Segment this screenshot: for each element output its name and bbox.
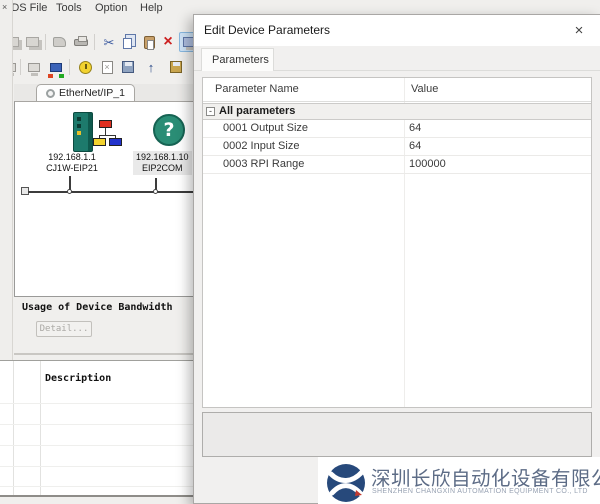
parameters-listview[interactable]: Parameter Name Value - All parameters 00… xyxy=(202,77,592,408)
network-disconnect-glyph xyxy=(26,37,39,47)
toolbar-separator xyxy=(69,59,70,75)
description-column-divider xyxy=(13,361,14,495)
param-value[interactable]: 64 xyxy=(409,122,421,134)
description-column-divider xyxy=(40,361,41,495)
bandwidth-section: Usage of Device Bandwidth Detail... xyxy=(14,297,199,355)
param-value[interactable]: 64 xyxy=(409,140,421,152)
routing-icon[interactable] xyxy=(24,57,44,77)
cut-icon[interactable]: ✂ xyxy=(99,32,119,52)
company-watermark: 深圳长欣自动化设备有限公司 SHENZHEN CHANGXIN AUTOMATI… xyxy=(318,457,600,504)
device-monitor-icon[interactable] xyxy=(75,57,95,77)
listview-header: Parameter Name Value xyxy=(203,78,591,102)
toolbar-separator xyxy=(45,34,46,50)
scissors-glyph: ✂ xyxy=(104,36,115,49)
copy-pages-glyph xyxy=(123,38,132,49)
network-tab-label: EtherNet/IP_1 xyxy=(59,87,125,99)
description-grid-line xyxy=(0,486,199,487)
device-cj1w-eip21-label[interactable]: 192.168.1.1 CJ1W-EIP21 xyxy=(27,152,117,174)
disk-glyph xyxy=(122,61,134,73)
tab-ethernet-ip-1[interactable]: EtherNet/IP_1 xyxy=(36,84,135,101)
company-name-en: SHENZHEN CHANGXIN AUTOMATION EQUIPMENT C… xyxy=(372,488,588,495)
close-icon[interactable]: × xyxy=(569,20,589,40)
menu-option[interactable]: Option xyxy=(91,0,131,16)
menu-tools[interactable]: Tools xyxy=(52,0,86,16)
upload-icon[interactable]: ↑ xyxy=(141,57,161,77)
download-glyph xyxy=(170,61,182,73)
copy-icon[interactable] xyxy=(119,32,139,52)
param-name: 0003 RPI Range xyxy=(223,158,304,170)
column-parameter-name[interactable]: Parameter Name xyxy=(215,83,299,95)
net-gray-glyph xyxy=(28,63,40,72)
net-color-glyph xyxy=(50,63,62,72)
hand-glyph xyxy=(53,37,66,47)
print-icon[interactable] xyxy=(71,32,91,52)
table-row[interactable]: 0001 Output Size 64 xyxy=(203,120,591,138)
description-column-header[interactable]: Description xyxy=(45,373,111,384)
group-label: All parameters xyxy=(219,105,295,117)
table-row[interactable]: 0002 Input Size 64 xyxy=(203,138,591,156)
tab-parameters[interactable]: Parameters xyxy=(201,48,274,71)
tab-parameters-label: Parameters xyxy=(212,54,269,66)
collapse-icon[interactable]: - xyxy=(206,107,215,116)
description-grid-line xyxy=(0,445,199,446)
cancel-page-icon[interactable]: × xyxy=(97,57,117,77)
printer-glyph xyxy=(74,39,88,46)
column-value[interactable]: Value xyxy=(411,83,438,95)
device-cj1w-eip21-icon[interactable] xyxy=(71,112,125,154)
description-grid-line xyxy=(0,403,199,404)
question-mark-glyph: ? xyxy=(163,119,174,141)
dialog-titlebar[interactable]: Edit Device Parameters × xyxy=(194,15,600,46)
page-x-glyph: × xyxy=(102,61,113,74)
device-eip2com-label[interactable]: 192.168.1.10 EIP2COM xyxy=(133,151,192,175)
description-grid-line xyxy=(0,466,199,467)
description-panel[interactable]: Description xyxy=(0,360,199,497)
group-row-all-parameters[interactable]: - All parameters xyxy=(203,103,591,120)
clipboard-glyph xyxy=(144,36,155,49)
detail-button[interactable]: Detail... xyxy=(36,321,92,337)
device-ip: 192.168.1.1 xyxy=(27,152,117,163)
bandwidth-label: Usage of Device Bandwidth xyxy=(22,302,173,313)
company-logo-icon xyxy=(326,463,366,503)
delete-icon[interactable]: × xyxy=(158,32,178,52)
plc-blue-node xyxy=(109,138,122,146)
device-model: CJ1W-EIP21 xyxy=(27,163,117,174)
network-disconnect-icon[interactable] xyxy=(22,32,42,52)
up-arrow-glyph: ↑ xyxy=(148,61,155,74)
network-canvas[interactable]: 192.168.1.1 CJ1W-EIP21 ? 192.168.1.10 EI… xyxy=(14,101,199,297)
description-grid-line xyxy=(0,424,199,425)
network-bus-line xyxy=(28,191,199,193)
red-x-glyph: × xyxy=(163,34,172,50)
download-icon[interactable] xyxy=(166,57,186,77)
device-eip2com-icon[interactable]: ? xyxy=(153,114,185,146)
panel-close-icon[interactable]: × xyxy=(2,2,7,12)
param-name: 0002 Input Size xyxy=(223,140,299,152)
network-status-icon xyxy=(46,89,55,98)
table-row[interactable]: 0003 RPI Range 100000 xyxy=(203,156,591,174)
parameter-help-box xyxy=(202,412,592,457)
clock-glyph xyxy=(79,61,92,74)
network-tab-strip: EtherNet/IP_1 xyxy=(14,84,199,101)
plc-yellow-node xyxy=(93,138,106,146)
plc-net-line xyxy=(99,135,116,136)
toolbar-separator xyxy=(94,34,95,50)
transfer-icon[interactable] xyxy=(49,32,69,52)
paste-icon[interactable] xyxy=(139,32,159,52)
param-value[interactable]: 100000 xyxy=(409,158,446,170)
menu-help[interactable]: Help xyxy=(136,0,167,16)
param-name: 0001 Output Size xyxy=(223,122,308,134)
network-view-icon[interactable] xyxy=(46,57,66,77)
dialog-title: Edit Device Parameters xyxy=(204,23,330,37)
toolbar-separator xyxy=(20,59,21,75)
left-panel-strip: × xyxy=(0,0,13,420)
device-model: EIP2COM xyxy=(136,163,189,174)
bus-junction xyxy=(153,189,158,194)
save-page-icon[interactable] xyxy=(118,57,138,77)
plc-red-node xyxy=(99,120,112,128)
company-name-cn: 深圳长欣自动化设备有限公司 xyxy=(371,462,600,491)
plc-module-glyph xyxy=(73,112,93,152)
device-ip: 192.168.1.10 xyxy=(136,152,189,163)
bus-junction xyxy=(67,189,72,194)
edit-device-parameters-dialog: Edit Device Parameters × Parameters Para… xyxy=(193,14,600,504)
